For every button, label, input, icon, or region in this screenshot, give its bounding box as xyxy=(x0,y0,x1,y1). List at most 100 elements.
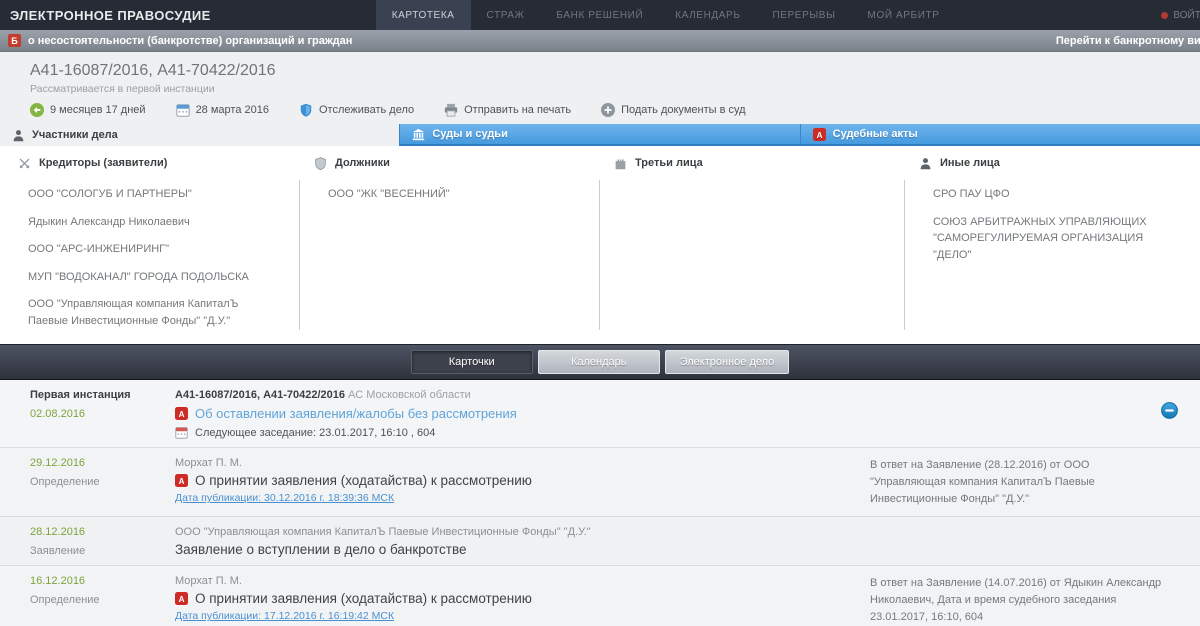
case-category-title: о несостоятельности (банкротстве) органи… xyxy=(28,35,352,47)
calendar-icon xyxy=(175,426,188,439)
nav-item-strazh[interactable]: СТРАЖ xyxy=(471,0,541,30)
list-item: МУП "ВОДОКАНАЛ" ГОРОДА ПОДОЛЬСКА xyxy=(28,269,299,286)
event-type: Определение xyxy=(30,476,175,488)
svg-text:A: A xyxy=(816,130,822,139)
case-header: А41-16087/2016, А41-70422/2016 Рассматри… xyxy=(0,52,1200,124)
event-title-line: Заявление о вступлении в дело о банкротс… xyxy=(175,542,870,557)
event-date: 28.12.2016 xyxy=(30,526,175,538)
list-item: ООО "АРС-ИНЖЕНИРИНГ" xyxy=(28,241,299,258)
event-author: Морхат П. М. xyxy=(175,457,870,469)
collapse-button[interactable] xyxy=(1161,402,1178,419)
event-row: 28.12.2016 Заявление ООО "Управляющая ко… xyxy=(0,517,1200,566)
case-status: Рассматривается в первой инстанции xyxy=(30,83,1200,95)
other-persons-list: СРО ПАУ ЦФО СОЮЗ АРБИТРАЖНЫХ УПРАВЛЯЮЩИХ… xyxy=(905,180,1200,330)
row-main: Морхат П. М. A О принятии заявления (ход… xyxy=(175,457,870,508)
event-date: 29.12.2016 xyxy=(30,457,175,469)
svg-text:A: A xyxy=(179,595,185,604)
event-type: Определение xyxy=(30,594,175,606)
column-header-debtors: Должники xyxy=(300,146,600,180)
publication-date-link[interactable]: Дата публикации: 17.12.2016 г. 16:19:42 … xyxy=(175,610,394,622)
list-item: ООО "ЖК "ВЕСЕННИЙ" xyxy=(328,186,599,203)
next-session-text: Следующее заседание: 23.01.2017, 16:10 ,… xyxy=(195,427,435,439)
event-title: О принятии заявления (ходатайства) к рас… xyxy=(195,473,532,488)
tab-courts-judges[interactable]: Суды и судьи xyxy=(399,124,799,146)
nav-item-pereryvy[interactable]: ПЕРЕРЫВЫ xyxy=(756,0,851,30)
pdf-icon[interactable]: A xyxy=(175,592,188,605)
status-dot-icon xyxy=(1161,12,1168,19)
view-tab-cards[interactable]: Карточки xyxy=(411,350,533,374)
courthouse-icon xyxy=(412,128,425,141)
login-button[interactable]: ВОЙТИ xyxy=(1161,10,1200,21)
debtors-list: ООО "ЖК "ВЕСЕННИЙ" xyxy=(300,180,600,330)
case-tabs: Участники дела Суды и судьи A Судебные а… xyxy=(0,124,1200,146)
list-item: ООО "Управляющая компания КапиталЪ Паевы… xyxy=(28,296,299,329)
view-tab-electronic-case[interactable]: Электронное дело xyxy=(665,350,790,374)
person-icon xyxy=(12,129,25,142)
participants-column-other: Иные лица СРО ПАУ ЦФО СОЮЗ АРБИТРАЖНЫХ У… xyxy=(905,146,1200,344)
row-left: Первая инстанция 02.08.2016 xyxy=(30,389,175,439)
svg-text:A: A xyxy=(179,410,185,419)
shield-icon xyxy=(314,157,327,170)
event-note: В ответ на Заявление (14.07.2016) от Яды… xyxy=(870,575,1200,626)
pdf-icon[interactable]: A xyxy=(175,407,188,420)
row-left: 16.12.2016 Определение xyxy=(30,575,175,626)
plus-circle-icon xyxy=(601,103,615,117)
nav-item-moy-arbitr[interactable]: МОЙ АРБИТР xyxy=(852,0,956,30)
app-window: ЭЛЕКТРОННОЕ ПРАВОСУДИЕ КАРТОТЕКА СТРАЖ Б… xyxy=(0,0,1200,626)
event-title: Заявление о вступлении в дело о банкротс… xyxy=(175,542,466,557)
list-item: Ядыкин Александр Николаевич xyxy=(28,214,299,231)
court-name: АС Московской области xyxy=(348,389,471,401)
participants-column-creditors: Кредиторы (заявители) ООО "СОЛОГУБ И ПАР… xyxy=(0,146,300,344)
tab-judicial-acts[interactable]: A Судебные акты xyxy=(800,124,1200,146)
row-main: ООО "Управляющая компания КапиталЪ Паевы… xyxy=(175,526,870,557)
nav-item-bank-resheniy[interactable]: БАНК РЕШЕНИЙ xyxy=(540,0,659,30)
case-duration: 9 месяцев 17 дней xyxy=(30,103,146,117)
instance-label: Первая инстанция xyxy=(30,389,175,401)
tab-participants[interactable]: Участники дела xyxy=(0,124,399,146)
pdf-icon[interactable]: A xyxy=(175,474,188,487)
event-row: 16.12.2016 Определение Морхат П. М. A О … xyxy=(0,566,1200,626)
event-title: О принятии заявления (ходатайства) к рас… xyxy=(195,591,532,606)
event-type: Заявление xyxy=(30,545,175,557)
event-author: ООО "Управляющая компания КапиталЪ Паевы… xyxy=(175,526,870,538)
top-navigation: ЭЛЕКТРОННОЕ ПРАВОСУДИЕ КАРТОТЕКА СТРАЖ Б… xyxy=(0,0,1200,30)
view-tab-calendar[interactable]: Календарь xyxy=(538,350,660,374)
pdf-icon: A xyxy=(813,128,826,141)
row-main: Морхат П. М. A О принятии заявления (ход… xyxy=(175,575,870,626)
column-header-other: Иные лица xyxy=(905,146,1200,180)
case-numbers-line: А41-16087/2016, А41-70422/2016 АС Москов… xyxy=(175,389,870,401)
person-icon xyxy=(919,157,932,170)
case-cards: Первая инстанция 02.08.2016 А41-16087/20… xyxy=(0,380,1200,626)
bankruptcy-badge-icon: Б xyxy=(8,34,21,47)
act-link-line: A Об оставлении заявления/жалобы без рас… xyxy=(175,406,870,421)
event-author: Морхат П. М. xyxy=(175,575,870,587)
case-numbers: А41-16087/2016, А41-70422/2016 xyxy=(30,62,1200,80)
case-toolbar: 9 месяцев 17 дней 28 марта 2016 Отслежив… xyxy=(30,103,1200,117)
bankruptcy-view-link[interactable]: Перейти к банкротному виду xyxy=(1056,35,1200,47)
print-button[interactable]: Отправить на печать xyxy=(444,103,571,117)
printer-icon xyxy=(444,103,458,117)
row-main: А41-16087/2016, А41-70422/2016 АС Москов… xyxy=(175,389,870,439)
third-parties-list xyxy=(600,180,905,330)
column-header-creditors: Кредиторы (заявители) xyxy=(0,146,300,180)
nav-item-kartoteka[interactable]: КАРТОТЕКА xyxy=(376,0,471,30)
login-label: ВОЙТИ xyxy=(1173,10,1200,21)
column-header-third-parties: Третьи лица xyxy=(600,146,905,180)
list-item: ООО "СОЛОГУБ И ПАРТНЕРЫ" xyxy=(28,186,299,203)
event-note: В ответ на Заявление (28.12.2016) от ООО… xyxy=(870,457,1200,508)
event-row: 29.12.2016 Определение Морхат П. М. A О … xyxy=(0,448,1200,517)
track-case-button[interactable]: Отслеживать дело xyxy=(299,103,414,117)
list-item: СРО ПАУ ЦФО xyxy=(933,186,1200,203)
submit-documents-button[interactable]: Подать документы в суд xyxy=(601,103,745,117)
participants-column-third-parties: Третьи лица xyxy=(600,146,905,344)
participants-column-debtors: Должники ООО "ЖК "ВЕСЕННИЙ" xyxy=(300,146,600,344)
creditors-list: ООО "СОЛОГУБ И ПАРТНЕРЫ" Ядыкин Александ… xyxy=(0,180,300,330)
app-title: ЭЛЕКТРОННОЕ ПРАВОСУДИЕ xyxy=(0,8,211,23)
row-left: 29.12.2016 Определение xyxy=(30,457,175,508)
list-item: СОЮЗ АРБИТРАЖНЫХ УПРАВЛЯЮЩИХ "САМОРЕГУЛИ… xyxy=(933,214,1200,264)
publication-date-link[interactable]: Дата публикации: 30.12.2016 г. 18:39:36 … xyxy=(175,492,394,504)
case-category-bar: Б о несостоятельности (банкротстве) орга… xyxy=(0,30,1200,52)
nav-item-kalendar[interactable]: КАЛЕНДАРЬ xyxy=(659,0,756,30)
act-document-link[interactable]: Об оставлении заявления/жалобы без рассм… xyxy=(195,406,517,421)
event-title-line: A О принятии заявления (ходатайства) к р… xyxy=(175,591,870,606)
